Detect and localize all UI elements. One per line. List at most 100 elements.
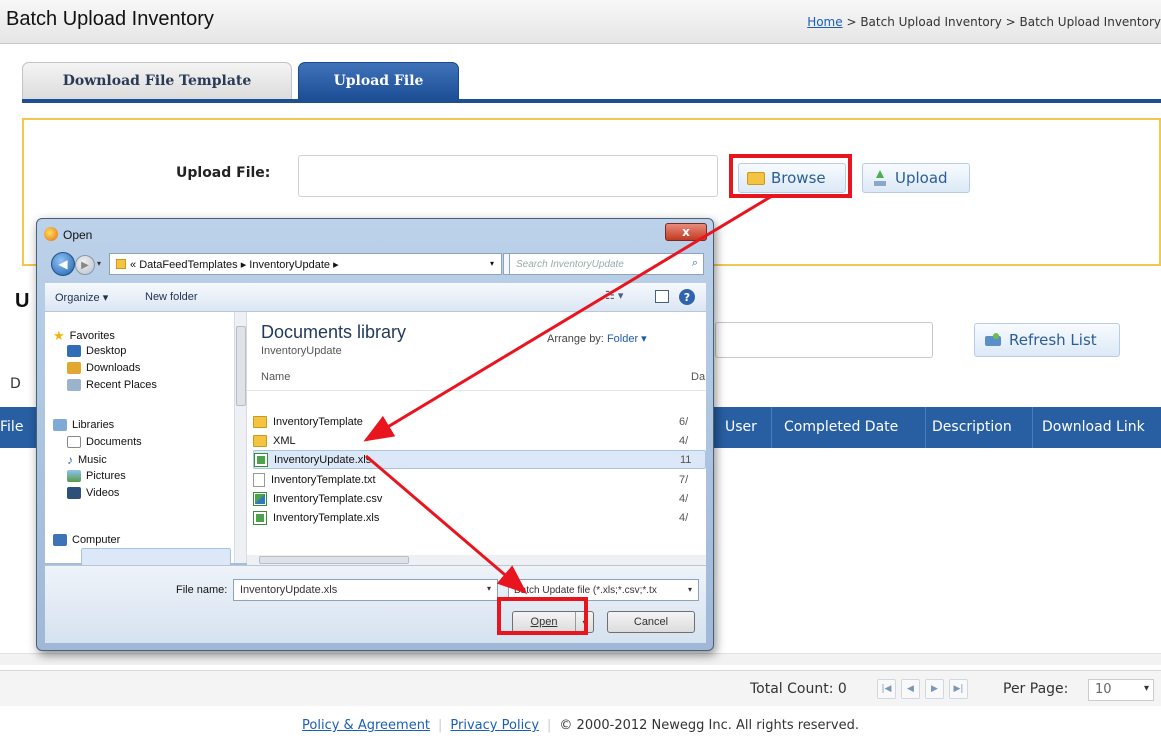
- browse-button[interactable]: Browse: [738, 163, 846, 193]
- upload-icon: [871, 170, 889, 186]
- nav-item-music[interactable]: ♪ Music: [67, 453, 107, 467]
- recent-places-icon: [67, 379, 81, 391]
- file-name: XML: [273, 434, 296, 447]
- chevron-down-icon[interactable]: ▾: [490, 259, 494, 268]
- nav-selection-highlight: [81, 548, 231, 566]
- nav-item-favorites[interactable]: ★ Favorites: [53, 328, 115, 344]
- file-date: 4/: [679, 511, 689, 524]
- filter-input[interactable]: [715, 322, 933, 358]
- file-list-scrollbar[interactable]: [247, 555, 706, 565]
- folder-icon: [253, 434, 267, 447]
- column-header-description[interactable]: Description: [932, 419, 1012, 435]
- file-name: InventoryTemplate.txt: [271, 473, 376, 486]
- column-header-user[interactable]: User: [725, 419, 757, 435]
- file-row-selected[interactable]: InventoryUpdate.xls 11: [253, 450, 706, 469]
- section-title: U: [15, 290, 30, 312]
- breadcrumb-home-link[interactable]: Home: [807, 15, 842, 29]
- chevron-down-icon: ▾: [1143, 683, 1149, 694]
- privacy-policy-link[interactable]: Privacy Policy: [450, 718, 539, 733]
- dialog-footer: File name: InventoryUpdate.xls ▾ Batch U…: [45, 565, 706, 643]
- page-header: Batch Upload Inventory Home > Batch Uplo…: [0, 0, 1161, 44]
- refresh-icon: [985, 333, 1003, 347]
- file-row[interactable]: InventoryTemplate.txt 7/: [253, 470, 706, 489]
- column-header-name[interactable]: Name: [261, 371, 290, 383]
- preview-pane-icon[interactable]: [655, 290, 669, 303]
- file-row[interactable]: InventoryTemplate 6/: [253, 412, 706, 431]
- new-folder-button[interactable]: New folder: [145, 291, 198, 303]
- footer-divider: |: [547, 718, 552, 733]
- nav-item-pictures[interactable]: Pictures: [67, 470, 126, 482]
- nav-item-label: Favorites: [69, 330, 115, 342]
- policy-agreement-link[interactable]: Policy & Agreement: [302, 718, 430, 733]
- breadcrumb-separator: >: [842, 15, 861, 29]
- refresh-list-label: Refresh List: [1009, 331, 1097, 349]
- forward-arrow-icon[interactable]: ▶: [75, 255, 95, 275]
- per-page-label: Per Page:: [1003, 681, 1069, 697]
- tab-upload-file[interactable]: Upload File: [298, 62, 459, 99]
- tab-download-file-template[interactable]: Download File Template: [22, 62, 292, 99]
- chevron-down-icon[interactable]: ▾: [487, 584, 491, 593]
- address-overflow: «: [130, 259, 137, 271]
- column-header-download-link[interactable]: Download Link: [1042, 419, 1145, 435]
- folder-icon: [253, 415, 267, 428]
- nav-item-downloads[interactable]: Downloads: [67, 362, 140, 374]
- address-crumb[interactable]: DataFeedTemplates: [139, 259, 237, 271]
- filter-label: D: [10, 376, 21, 392]
- file-name-label: File name:: [176, 584, 228, 596]
- cancel-button[interactable]: Cancel: [607, 611, 695, 633]
- arrange-by: Arrange by: Folder ▾: [547, 332, 647, 345]
- downloads-icon: [67, 362, 81, 374]
- open-options-chevron-icon[interactable]: ▾: [575, 612, 593, 632]
- file-row[interactable]: XML 4/: [253, 431, 706, 450]
- open-button-label: Open: [530, 616, 558, 628]
- file-row[interactable]: InventoryTemplate.xls 4/: [253, 508, 706, 527]
- dialog-close-button[interactable]: x: [665, 223, 707, 241]
- upload-file-label: Upload File:: [176, 165, 271, 181]
- breadcrumb: Home > Batch Upload Inventory > Batch Up…: [807, 15, 1161, 29]
- dialog-title: Open: [63, 228, 93, 242]
- arrange-by-select[interactable]: Folder ▾: [607, 333, 647, 345]
- upload-file-input[interactable]: [298, 155, 718, 197]
- excel-file-icon: [253, 510, 267, 525]
- documents-icon: [67, 436, 81, 448]
- open-button[interactable]: Open ▾: [512, 611, 594, 633]
- last-page-button[interactable]: ▶|: [949, 679, 968, 699]
- nav-item-libraries[interactable]: Libraries: [53, 419, 114, 431]
- column-header-file[interactable]: File: [0, 419, 23, 435]
- libraries-icon: [53, 419, 67, 431]
- address-separator: ▸: [333, 259, 339, 271]
- first-page-button[interactable]: |◀: [877, 679, 896, 699]
- nav-item-videos[interactable]: Videos: [67, 487, 119, 499]
- footer: Policy & Agreement | Privacy Policy | © 2000…: [0, 718, 1161, 738]
- address-bar[interactable]: « DataFeedTemplates ▸ InventoryUpdate ▸ …: [109, 253, 502, 275]
- upload-button[interactable]: Upload: [862, 163, 970, 193]
- nav-item-desktop[interactable]: Desktop: [67, 345, 126, 357]
- address-crumb[interactable]: InventoryUpdate: [249, 259, 330, 271]
- file-name-value: InventoryUpdate.xls: [240, 584, 338, 596]
- per-page-select[interactable]: 10 ▾: [1088, 679, 1154, 701]
- dialog-toolbar: Organize ▾ New folder ☷ ▾ ?: [45, 283, 706, 312]
- nav-item-documents[interactable]: Documents: [67, 436, 142, 448]
- organize-button[interactable]: Organize ▾: [55, 291, 108, 304]
- recent-locations-chevron-icon[interactable]: ▾: [97, 259, 101, 268]
- help-icon[interactable]: ?: [679, 289, 695, 305]
- horizontal-scrollbar[interactable]: [0, 653, 1161, 665]
- change-view-icon[interactable]: ☷ ▾: [605, 289, 633, 305]
- nav-item-label: Documents: [86, 436, 142, 448]
- file-name-input[interactable]: InventoryUpdate.xls ▾: [233, 579, 498, 601]
- column-header-date[interactable]: Da: [691, 371, 705, 383]
- scrollbar-thumb[interactable]: [259, 556, 409, 564]
- back-arrow-icon[interactable]: ◀: [51, 252, 75, 276]
- scrollbar-thumb[interactable]: [236, 326, 246, 406]
- search-input[interactable]: Search InventoryUpdate ⌕: [509, 253, 704, 275]
- nav-item-computer[interactable]: Computer: [53, 534, 120, 546]
- file-type-select[interactable]: Batch Update file (*.xls;*.csv;*.tx ▾: [508, 579, 699, 601]
- next-page-button[interactable]: ▶: [925, 679, 944, 699]
- file-row[interactable]: InventoryTemplate.csv 4/: [253, 489, 706, 508]
- navigation-pane: ★ Favorites Desktop Downloads Recent Pla…: [45, 312, 235, 566]
- refresh-list-button[interactable]: Refresh List: [974, 323, 1120, 357]
- nav-item-recent-places[interactable]: Recent Places: [67, 379, 157, 391]
- prev-page-button[interactable]: ◀: [901, 679, 920, 699]
- nav-pane-scrollbar[interactable]: [235, 312, 247, 563]
- column-header-completed-date[interactable]: Completed Date: [784, 419, 898, 435]
